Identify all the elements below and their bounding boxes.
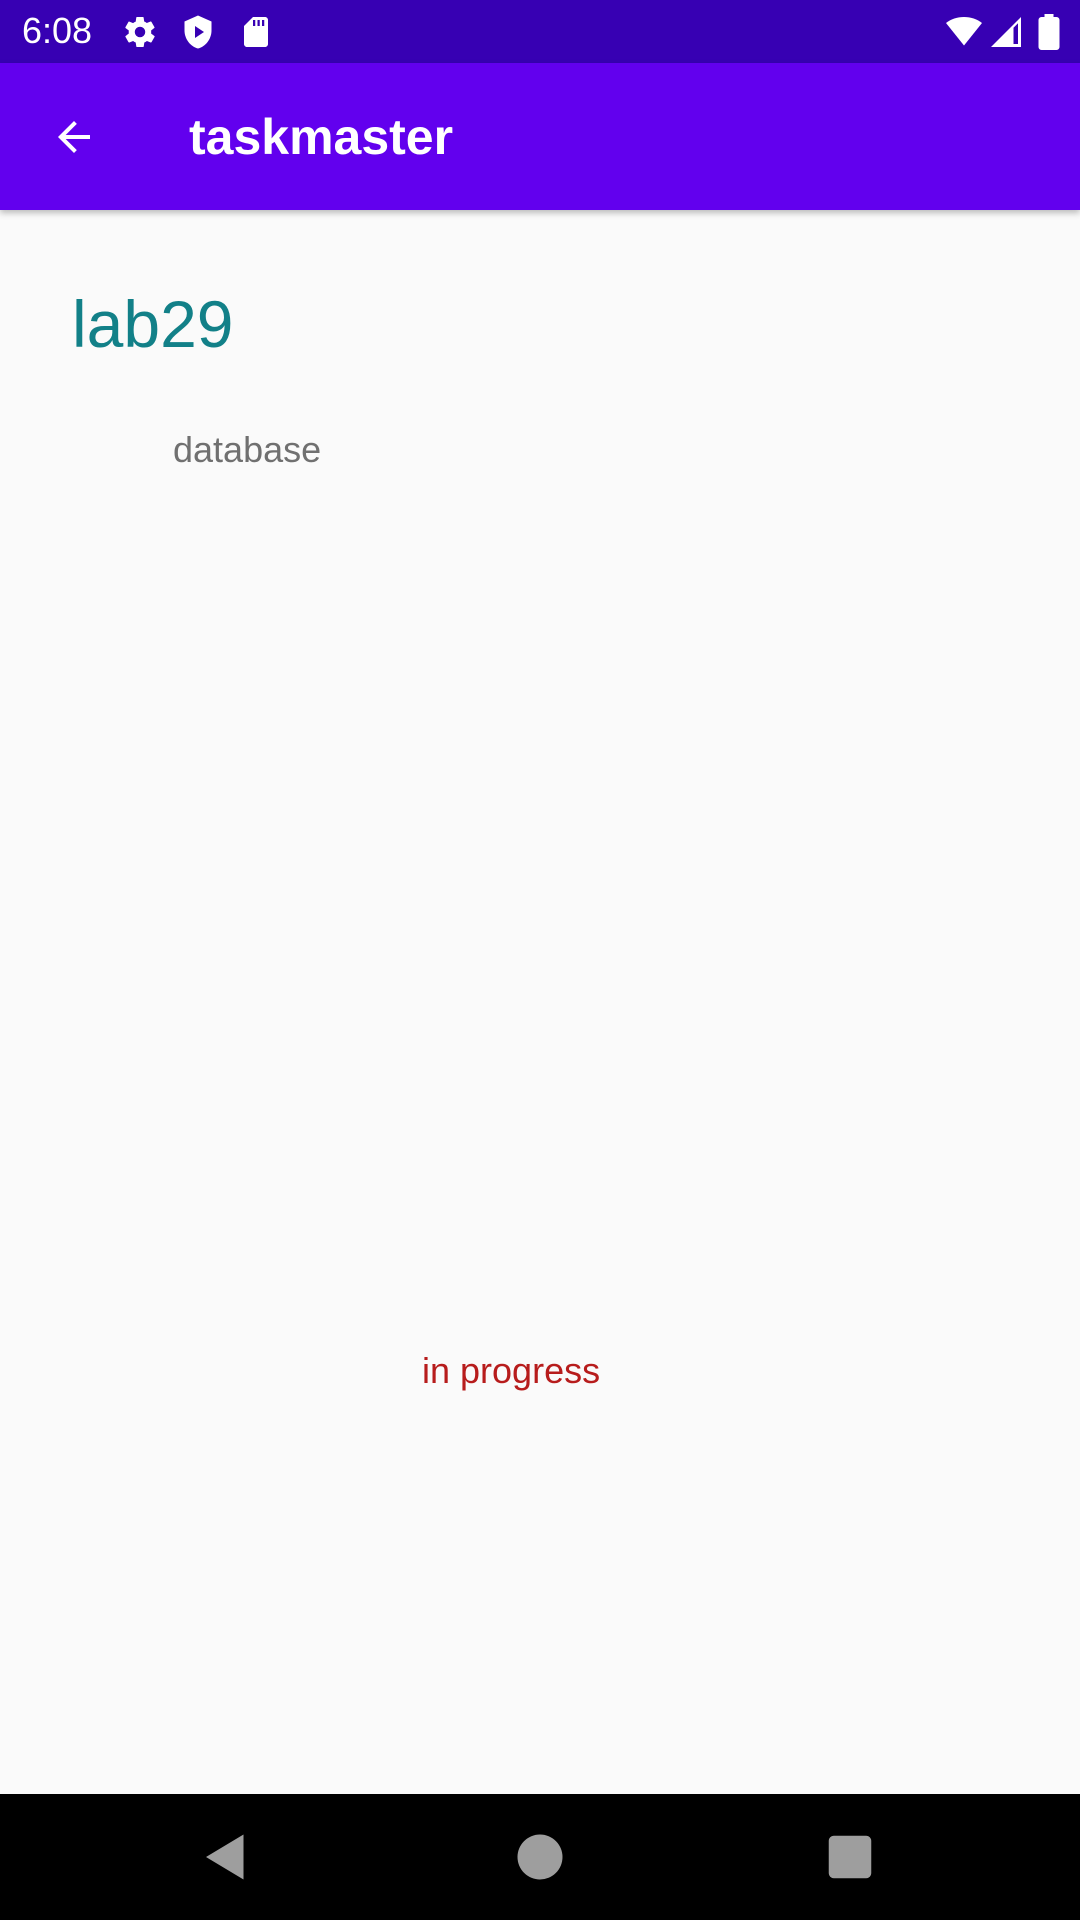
- arrow-left-icon: [58, 121, 90, 153]
- task-state: in progress: [422, 1350, 601, 1391]
- signal-icon: [988, 14, 1024, 50]
- recents-square-icon: [828, 1835, 872, 1879]
- nav-recents-button[interactable]: [820, 1827, 880, 1887]
- play-protect-icon: [180, 14, 216, 50]
- task-title: lab29: [72, 287, 234, 361]
- nav-back-button[interactable]: [196, 1827, 256, 1887]
- home-circle-icon: [517, 1834, 563, 1880]
- status-bar: 6:08: [0, 0, 1080, 63]
- settings-icon: [122, 14, 158, 50]
- navigation-bar: [0, 1794, 1080, 1920]
- sd-card-icon: [238, 14, 274, 50]
- back-button[interactable]: [44, 107, 104, 167]
- wifi-icon: [944, 14, 984, 50]
- back-triangle-icon: [206, 1834, 244, 1880]
- status-time: 6:08: [22, 10, 93, 51]
- task-body: database: [173, 429, 322, 470]
- nav-home-button[interactable]: [510, 1827, 570, 1887]
- app-bar: taskmaster: [0, 63, 1080, 210]
- app-title: taskmaster: [189, 109, 454, 165]
- battery-icon: [1036, 14, 1062, 50]
